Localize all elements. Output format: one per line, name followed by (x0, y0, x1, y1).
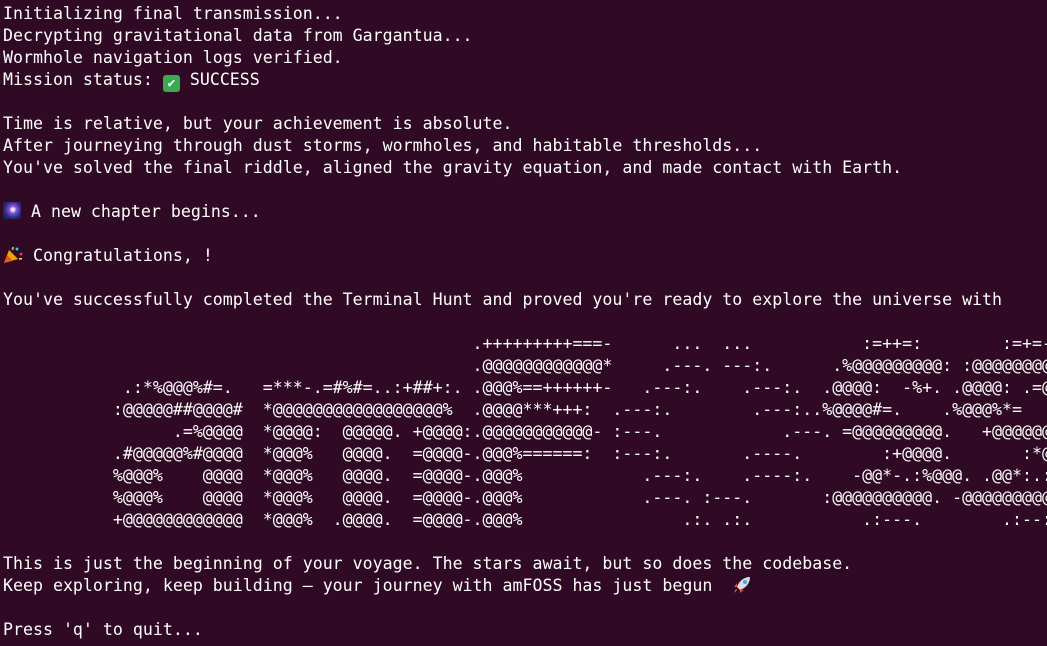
chapter-text: A new chapter begins... (21, 202, 261, 221)
rocket-icon (734, 577, 751, 593)
terminal-line-solved: You've solved the final riddle, aligned … (3, 158, 903, 177)
terminal-line-completed: You've successfully completed the Termin… (3, 290, 1003, 309)
mission-status-value: SUCCESS (179, 70, 260, 89)
terminal-line-relative: Time is relative, but your achievement i… (3, 114, 513, 133)
terminal-line-init: Initializing final transmission... (3, 4, 343, 23)
terminal-line-quit-prompt: Press 'q' to quit... (3, 620, 203, 639)
terminal-line-chapter: A new chapter begins... (3, 201, 1047, 223)
galaxy-icon (3, 202, 21, 219)
ascii-art-banner: .+++++++++===- ... ... :=++=: :=+=- .@@@… (112, 334, 1047, 529)
congrats-text: Congratulations, ! (23, 246, 213, 265)
terminal-line-exploring: Keep exploring, keep building — your jou… (3, 575, 1047, 597)
mission-status-label: Mission status: (3, 70, 163, 89)
terminal-line-decrypt: Decrypting gravitational data from Garga… (3, 26, 473, 45)
terminal-line-beginning: This is just the beginning of your voyag… (3, 554, 853, 573)
terminal-window[interactable]: Initializing final transmission... Decry… (0, 0, 1047, 646)
terminal-line-congrats: Congratulations, ! (3, 245, 1047, 267)
exploring-text: Keep exploring, keep building — your jou… (3, 576, 733, 595)
terminal-line-mission-status: Mission status: ✔ SUCCESS (3, 69, 1047, 92)
terminal-line-logs: Wormhole navigation logs verified. (3, 48, 343, 67)
check-mark-icon: ✔ (162, 75, 180, 92)
party-popper-icon (4, 246, 23, 263)
terminal-line-journey: After journeying through dust storms, wo… (3, 136, 763, 155)
